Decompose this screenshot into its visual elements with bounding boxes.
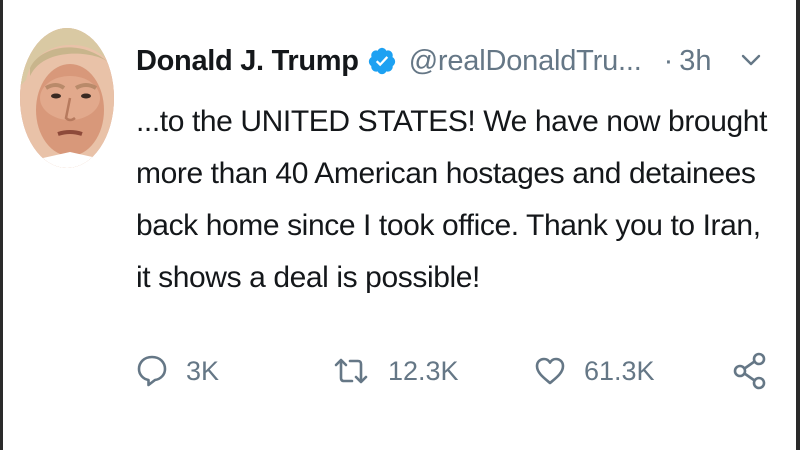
tweet-text-line: more than 40 American hostages and detai… bbox=[136, 157, 756, 190]
tweet-text: ...to the UNITED STATES! We have now bro… bbox=[136, 96, 776, 304]
reply-icon bbox=[137, 355, 167, 387]
tweet-text-line: back home since I took office. Thank you… bbox=[136, 209, 761, 242]
verified-badge-icon bbox=[367, 46, 397, 76]
like-count: 61.3K bbox=[584, 355, 655, 386]
tweet-header: Donald J. Trump @realDonaldTru... · 3h bbox=[136, 36, 712, 86]
reply-count: 3K bbox=[186, 355, 220, 386]
share-icon bbox=[733, 352, 766, 390]
reply-button[interactable]: 3K bbox=[136, 346, 219, 396]
tweet-timestamp[interactable]: 3h bbox=[679, 45, 711, 78]
tweet-actions: 3K 12.3K 61.3K bbox=[136, 346, 776, 396]
avatar[interactable] bbox=[20, 28, 114, 168]
author-handle[interactable]: @realDonaldTru... bbox=[409, 45, 642, 78]
retweet-count: 12.3K bbox=[388, 355, 459, 386]
tweet-text-line: ...to the UNITED STATES! We have now bro… bbox=[136, 105, 768, 138]
author-display-name[interactable]: Donald J. Trump bbox=[136, 45, 359, 78]
profile-photo-icon bbox=[20, 28, 114, 168]
retweet-icon bbox=[334, 358, 368, 384]
tweet-text-line: it shows a deal is possible! bbox=[136, 261, 480, 294]
like-button[interactable]: 61.3K bbox=[534, 346, 655, 396]
tweet-card: Donald J. Trump @realDonaldTru... · 3h .… bbox=[0, 0, 800, 450]
share-button[interactable] bbox=[732, 346, 768, 396]
chevron-down-icon[interactable] bbox=[740, 50, 762, 70]
heart-icon bbox=[535, 357, 565, 385]
retweet-button[interactable]: 12.3K bbox=[332, 346, 459, 396]
separator-dot: · bbox=[663, 44, 674, 77]
